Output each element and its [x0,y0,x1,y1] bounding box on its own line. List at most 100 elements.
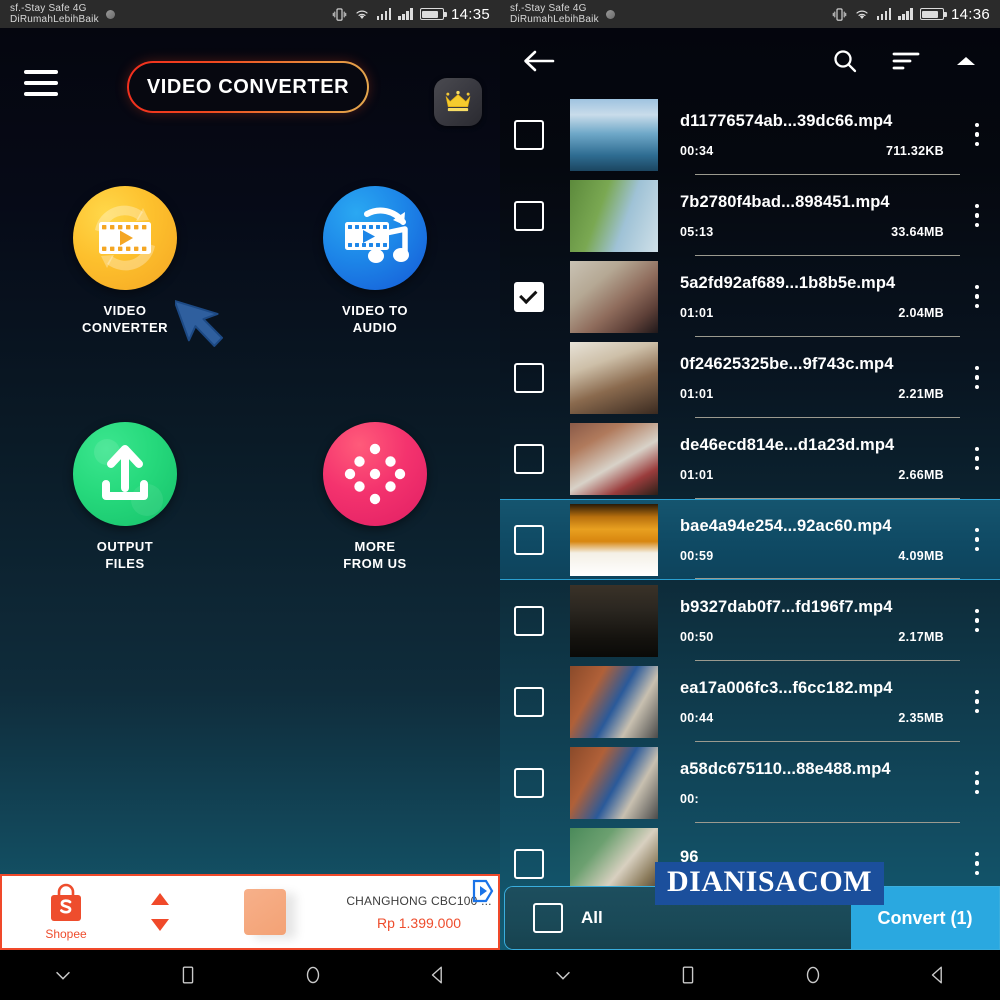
feature-label-line1: VIDEO TO [342,303,408,318]
advertisement-banner[interactable]: Shopee CHANGHONG CBC100 ... Rp 1.399.000 [0,874,500,950]
battery-icon [419,8,447,20]
table-row[interactable]: ea17a006fc3...f6cc182.mp4 00:44 2.35MB [500,661,1000,742]
video-to-audio-glyph [345,207,409,263]
file-duration: 05:13 [680,224,714,239]
video-converter-icon [73,186,177,290]
row-menu-icon[interactable] [962,770,992,795]
shopee-bag-icon [51,883,81,921]
file-name: b9327dab0f7...fd196f7.mp4 [680,597,893,616]
arrow-down-icon[interactable] [151,919,169,931]
feature-video-to-audio[interactable]: VIDEO TO AUDIO [250,186,500,336]
table-row[interactable]: d11776574ab...39dc66.mp4 00:34 711.32KB [500,94,1000,175]
row-checkbox[interactable] [514,362,544,393]
ad-brand-label: Shopee [45,927,87,941]
file-name: a58dc675110...88e488.mp4 [680,759,891,778]
home-circle-icon[interactable] [802,964,824,986]
carrier-line-2: DiRumahLebihBaik [510,14,599,25]
file-duration: 00:34 [680,143,714,158]
video-file-list: d11776574ab...39dc66.mp4 00:34 711.32KB [500,94,1000,904]
row-menu-icon[interactable] [962,527,992,552]
row-menu-icon[interactable] [962,284,992,309]
video-thumbnail [570,584,658,657]
page-title: VIDEO CONVERTER [127,61,369,113]
video-thumbnail [570,260,658,333]
table-row[interactable]: bae4a94e254...92ac60.mp4 00:59 4.09MB [500,499,1000,580]
row-checkbox[interactable] [514,443,544,474]
file-meta: 00: [680,792,956,806]
ad-product-info: CHANGHONG CBC100 ... Rp 1.399.000 [340,879,498,931]
premium-crown-button[interactable] [434,78,482,126]
signal-bars-sim1-icon [876,8,892,20]
ad-product-image [190,880,340,944]
recents-square-icon[interactable] [677,964,699,986]
back-triangle-icon[interactable] [427,964,449,986]
sort-icon[interactable] [892,50,920,72]
row-checkbox[interactable] [514,605,544,636]
feature-label-line1: OUTPUT [96,539,154,554]
row-checkbox[interactable] [514,281,544,312]
file-duration: 01:01 [680,386,714,401]
status-dot-icon [105,9,115,19]
file-info: a58dc675110...88e488.mp4 00: [680,747,956,819]
row-menu-icon[interactable] [962,203,992,228]
file-duration: 01:01 [680,467,714,482]
status-dot-icon [605,9,615,19]
feature-row-2: OUTPUT FILES MORE FROM US [0,422,500,572]
feature-output-files[interactable]: OUTPUT FILES [0,422,250,572]
feature-grid: VIDEO CONVERTER VIDEO TO AUDIO OUTPUT FI… [0,138,500,572]
feature-label-line2: AUDIO [352,320,398,335]
row-menu-icon[interactable] [962,365,992,390]
file-info: 7b2780f4bad...898451.mp4 05:13 33.64MB [680,180,956,252]
pointer-cursor-icon [175,299,224,347]
back-triangle-icon[interactable] [927,964,949,986]
row-checkbox[interactable] [514,767,544,798]
video-to-audio-icon [323,186,427,290]
file-duration: 00:50 [680,629,714,644]
file-info: de46ecd814e...d1a23d.mp4 01:01 2.66MB [680,423,956,495]
file-name: de46ecd814e...d1a23d.mp4 [680,435,895,454]
video-thumbnail [570,503,658,576]
select-all-checkbox[interactable] [533,903,563,933]
convert-button-label: Convert (1) [877,907,973,928]
row-menu-icon[interactable] [962,689,992,714]
ad-carousel-arrows[interactable] [130,893,190,931]
feature-more-from-us[interactable]: MORE FROM US [250,422,500,572]
row-menu-icon[interactable] [962,122,992,147]
hamburger-menu-icon[interactable] [24,70,58,96]
video-converter-glyph [95,205,155,271]
output-files-upload-icon [73,422,177,526]
chevron-up-icon[interactable] [954,53,978,69]
table-row[interactable]: a58dc675110...88e488.mp4 00: [500,742,1000,823]
adchoices-icon[interactable] [470,878,496,904]
row-menu-icon[interactable] [962,608,992,633]
table-row[interactable]: 7b2780f4bad...898451.mp4 05:13 33.64MB [500,175,1000,256]
left-navigation-bar [0,950,500,1000]
back-arrow-icon[interactable] [522,48,556,74]
search-icon[interactable] [832,48,858,74]
row-checkbox[interactable] [514,200,544,231]
arrow-up-icon[interactable] [151,893,169,905]
file-duration: 00:44 [680,710,714,725]
row-checkbox[interactable] [514,848,544,879]
table-row[interactable]: b9327dab0f7...fd196f7.mp4 00:50 2.17MB [500,580,1000,661]
right-clock: 14:36 [950,5,990,23]
chevron-down-icon[interactable] [52,964,74,986]
file-name: 0f24625325be...9f743c.mp4 [680,354,894,373]
table-row[interactable]: de46ecd814e...d1a23d.mp4 01:01 2.66MB [500,418,1000,499]
table-row[interactable]: 0f24625325be...9f743c.mp4 01:01 2.21MB [500,337,1000,418]
table-row[interactable]: 5a2fd92af689...1b8b5e.mp4 01:01 2.04MB [500,256,1000,337]
site-watermark: DIANISACOM [655,862,885,905]
chevron-down-icon[interactable] [552,964,574,986]
signal-bars-sim2-icon [898,8,913,20]
left-clock: 14:35 [450,5,490,23]
row-checkbox[interactable] [514,686,544,717]
feature-label-line1: MORE [354,539,396,554]
row-checkbox[interactable] [514,119,544,150]
row-checkbox[interactable] [514,524,544,555]
home-circle-icon[interactable] [302,964,324,986]
row-menu-icon[interactable] [962,851,992,876]
recents-square-icon[interactable] [177,964,199,986]
left-content: VIDEO CONVERTER VIDEO CONVERTER VIDEO TO… [0,28,500,1000]
ad-product-price: Rp 1.399.000 [376,914,462,931]
row-menu-icon[interactable] [962,446,992,471]
